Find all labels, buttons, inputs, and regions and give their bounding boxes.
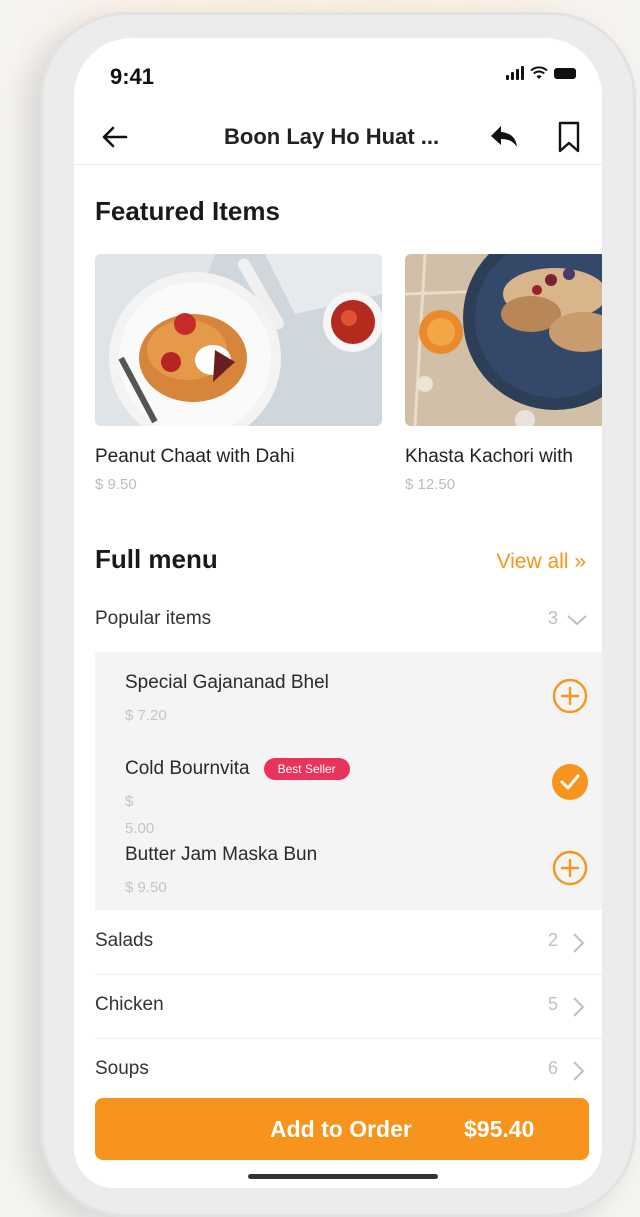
- chevron-right-icon: [573, 1061, 585, 1081]
- order-total: $95.40: [464, 1116, 535, 1142]
- category-name: Popular items: [95, 608, 212, 629]
- chevron-right-icon: [573, 997, 585, 1017]
- category-soups[interactable]: Soups 6: [74, 1038, 602, 1102]
- view-all-link[interactable]: View all »: [497, 550, 587, 574]
- nav-divider: [74, 164, 602, 165]
- category-count: 2: [547, 930, 558, 950]
- featured-item-price: $ 9.50: [95, 476, 137, 493]
- popular-items-list: Special Gajananad Bhel $ 7.20 Cold Bourn…: [95, 652, 602, 910]
- featured-items-heading: Featured Items: [95, 196, 280, 226]
- top-nav: Boon Lay Ho Huat ...: [74, 114, 602, 166]
- featured-card[interactable]: Khasta Kachori with $ 12.50: [405, 254, 602, 493]
- category-name: Chicken: [95, 994, 164, 1015]
- featured-item-name: Peanut Chaat with Dahi: [95, 446, 295, 467]
- featured-item-image[interactable]: [95, 254, 382, 426]
- menu-item[interactable]: Butter Jam Maska Bun $ 9.50: [125, 844, 317, 901]
- menu-item-name: Cold Bournvita: [125, 758, 250, 779]
- featured-card[interactable]: Peanut Chaat with Dahi $ 9.50: [95, 254, 382, 493]
- menu-item[interactable]: Cold Bournvita Best Seller $ 5.00: [125, 758, 350, 842]
- featured-carousel[interactable]: Peanut Chaat with Dahi $ 9.50 Khasta Kac…: [95, 254, 602, 514]
- menu-item-name: Butter Jam Maska Bun: [125, 844, 318, 865]
- chevron-down-icon: [567, 615, 587, 626]
- menu-item-name: Special Gajananad Bhel: [125, 672, 329, 693]
- best-seller-badge: Best Seller: [263, 758, 350, 780]
- featured-item-image[interactable]: [405, 254, 602, 426]
- category-name: Salads: [95, 930, 154, 951]
- add-item-icon[interactable]: [552, 850, 588, 886]
- category-count: 3: [547, 608, 558, 628]
- category-popular-items[interactable]: Popular items 3: [74, 588, 602, 652]
- battery-icon: [554, 67, 576, 79]
- menu-item-price: $ 7.20: [125, 707, 167, 724]
- check-added-icon[interactable]: [552, 764, 588, 800]
- home-indicator: [248, 1174, 438, 1179]
- back-arrow-icon[interactable]: [100, 122, 130, 152]
- menu-item-price: $ 9.50: [125, 879, 167, 896]
- menu-item[interactable]: Special Gajananad Bhel $ 7.20: [125, 672, 329, 729]
- restaurant-title: Boon Lay Ho Huat ...: [224, 124, 440, 149]
- wifi-icon: [530, 66, 548, 79]
- status-icons: [506, 66, 576, 80]
- share-icon[interactable]: [488, 121, 520, 153]
- featured-item-name: Khasta Kachori with: [405, 446, 573, 467]
- full-menu-heading: Full menu: [95, 544, 218, 574]
- add-item-icon[interactable]: [552, 678, 588, 714]
- menu-item-price-value: 5.00: [125, 820, 155, 837]
- category-count: 5: [547, 994, 558, 1014]
- menu-item-price-symbol: $: [125, 793, 134, 810]
- chevron-right-icon: [573, 933, 585, 953]
- category-name: Soups: [95, 1058, 149, 1079]
- status-time: 9:41: [110, 64, 155, 89]
- add-to-order-button[interactable]: Add to Order $95.40: [95, 1098, 589, 1160]
- category-chicken[interactable]: Chicken 5: [74, 974, 602, 1038]
- bookmark-icon[interactable]: [556, 120, 582, 154]
- signal-icon: [506, 66, 524, 80]
- app-screen: 9:41 Boon Lay Ho Huat ... Featured Items: [74, 38, 602, 1188]
- add-to-order-label: Add to Order: [270, 1116, 412, 1142]
- category-count: 6: [547, 1058, 558, 1078]
- category-salads[interactable]: Salads 2: [74, 910, 602, 974]
- featured-item-price: $ 12.50: [405, 476, 456, 493]
